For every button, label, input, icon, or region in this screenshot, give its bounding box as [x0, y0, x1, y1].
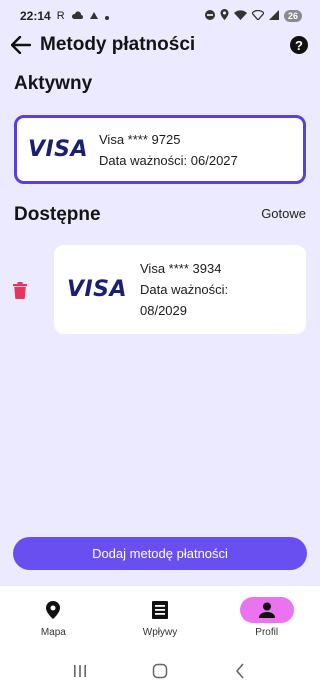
active-card-details: Visa **** 9725 Data ważności: 06/2027: [99, 129, 238, 171]
location-icon: [220, 9, 229, 23]
status-time: 22:14: [20, 9, 51, 23]
status-left: 22:14 R: [20, 9, 109, 23]
dot-icon: [104, 9, 109, 23]
add-payment-method-button[interactable]: Dodaj metodę płatności: [13, 537, 307, 570]
nav-label-receipts: Wpływy: [142, 627, 178, 638]
available-card[interactable]: VISA Visa **** 3934 Data ważności: 08/20…: [54, 245, 306, 334]
page-title: Metody płatności: [40, 34, 196, 55]
home-icon: [152, 663, 168, 679]
available-section-title: Dostępne: [14, 204, 101, 225]
available-card-details: Visa **** 3934 Data ważności: 08/2029: [140, 258, 228, 321]
bottom-nav: Mapa Wpływy Profil: [0, 586, 320, 648]
trash-icon: [13, 282, 27, 299]
back-button[interactable]: [10, 34, 32, 56]
visa-logo: VISA: [27, 137, 89, 162]
status-bar: 22:14 R 26: [0, 0, 320, 32]
nav-icon-wrap: [26, 597, 80, 623]
cloud-icon: [71, 10, 83, 22]
nav-icon-wrap-active: [239, 597, 294, 623]
card-number: Visa **** 3934: [140, 261, 222, 276]
nav-item-map[interactable]: Mapa: [0, 586, 107, 648]
nav-item-receipts[interactable]: Wpływy: [107, 586, 214, 648]
recent-apps-button[interactable]: [68, 659, 92, 683]
system-back-button[interactable]: [228, 659, 252, 683]
do-not-disturb-icon: [204, 9, 215, 23]
wifi-icon: [233, 9, 247, 23]
nav-icon-wrap: [133, 597, 187, 623]
ready-button[interactable]: Gotowe: [261, 206, 306, 221]
active-card[interactable]: VISA Visa **** 9725 Data ważności: 06/20…: [14, 115, 306, 184]
status-letter: R: [56, 10, 65, 22]
wifi-calling-icon: [251, 9, 265, 23]
receipt-icon: [152, 601, 168, 619]
home-button[interactable]: [148, 659, 172, 683]
status-right: 26: [204, 9, 302, 23]
card-expiry: Data ważności: 06/2027: [99, 152, 238, 168]
chevron-left-icon: [235, 663, 244, 679]
visa-logo: VISA: [66, 277, 128, 302]
help-button[interactable]: ?: [290, 36, 308, 54]
card-expiry-label: Data ważności:: [140, 282, 229, 297]
tiktok-icon: [89, 10, 99, 23]
system-nav-bar: [0, 648, 320, 694]
nav-label-map: Mapa: [40, 627, 66, 638]
nav-item-profile[interactable]: Profil: [213, 586, 320, 648]
delete-card-button[interactable]: [13, 282, 29, 300]
help-circle-icon: ?: [295, 37, 303, 53]
card-expiry-date: 08/2029: [140, 303, 187, 318]
arrow-left-icon: [11, 36, 31, 54]
app-header: Metody płatności ?: [0, 30, 320, 60]
signal-icon: [268, 9, 279, 23]
person-icon: [258, 602, 275, 618]
active-section-title: Aktywny: [14, 73, 93, 94]
map-pin-icon: [46, 601, 61, 619]
recent-apps-icon: [74, 665, 86, 677]
card-number: Visa **** 9725: [99, 131, 181, 147]
nav-label-profile: Profil: [255, 627, 279, 638]
battery-badge: 26: [283, 10, 302, 22]
